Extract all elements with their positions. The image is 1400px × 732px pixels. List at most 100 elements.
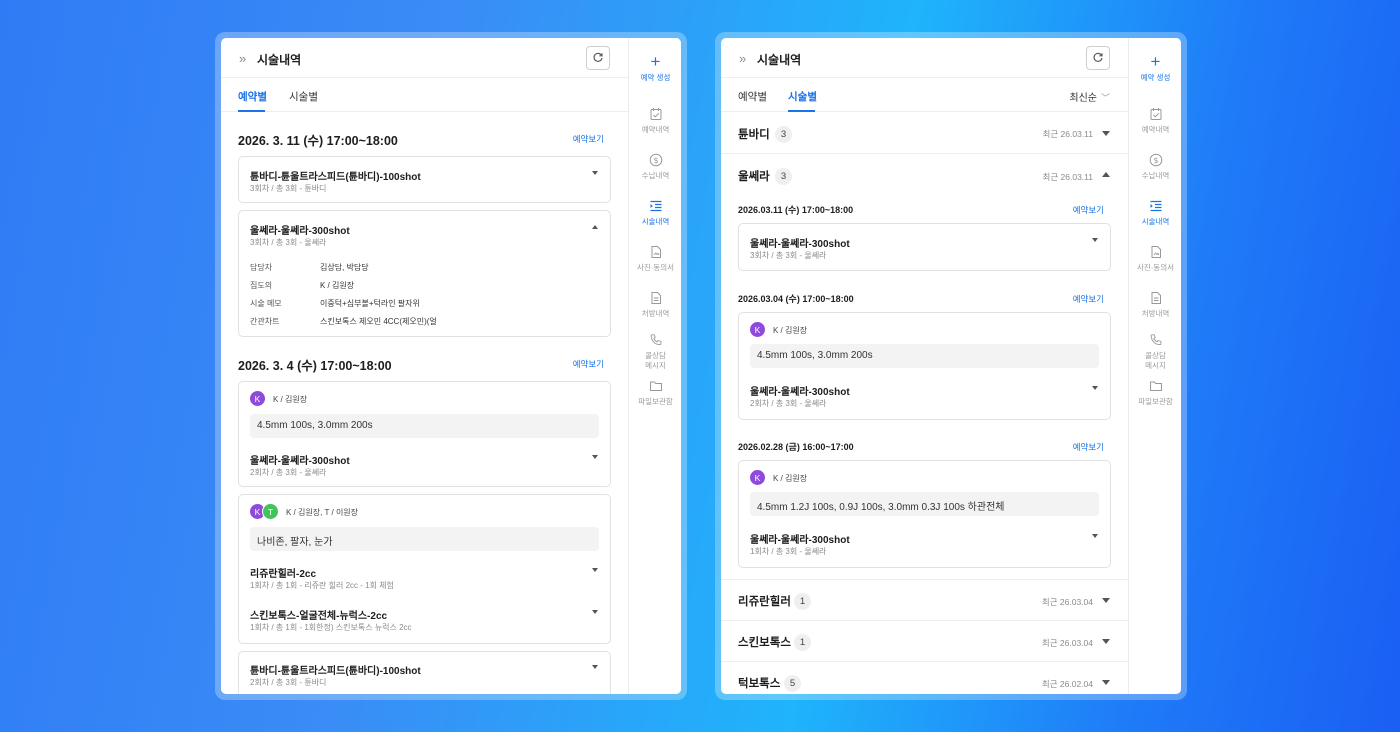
expand-chevrons-icon[interactable]: » (739, 51, 746, 66)
rail-label: 예약내역 (1141, 125, 1170, 134)
procedure-subtitle: 2회차 / 총 3회 - 울쎄라 (750, 399, 827, 408)
expand-triangle-icon[interactable] (1102, 598, 1110, 603)
session-memo: 나비존, 팔자, 눈가 (250, 527, 599, 551)
group-count-badge: 1 (794, 634, 811, 651)
refresh-button[interactable] (586, 46, 610, 70)
calendar-check-icon (650, 108, 661, 120)
rail-item-payments[interactable]: $ 수납내역 (1129, 152, 1181, 181)
group-count-badge: 3 (775, 126, 792, 143)
procedure-subtitle: 2회차 / 총 3회 - 튠바디 (250, 678, 327, 687)
rail-item-file-storage[interactable]: 파일보관함 (629, 378, 681, 407)
view-reservation-link[interactable]: 예약보기 (1073, 293, 1104, 305)
procedure-card[interactable]: 울쎄라-울쎄라-300shot 3회차 / 총 3회 - 울쎄라 (738, 223, 1111, 271)
rail-item-call-messages[interactable]: 콜상담 메시지 (629, 332, 681, 371)
rail-label: 콜상담 메시지 (1145, 351, 1166, 370)
right-panel-frame: » 시술내역 예약별 시술별 최신순 ﹀ 튠바디 3 최근 26.03.11 울… (715, 32, 1187, 700)
collapse-triangle-icon[interactable] (1102, 172, 1110, 177)
rail-item-reservations[interactable]: 예약내역 (1129, 106, 1181, 135)
expand-triangle-icon[interactable] (1102, 680, 1110, 685)
rail-item-prescriptions[interactable]: 처방내역 (629, 290, 681, 319)
procedure-subtitle: 1회차 / 총 1회 - 1회한정) 스킨보톡스 뉴럭스 2cc (250, 623, 412, 632)
avatar: K (249, 390, 266, 407)
procedure-title: 울쎄라-울쎄라-300shot (250, 456, 350, 467)
group-recent-date: 최근 26.02.04 (1041, 679, 1093, 689)
rail-item-reservations[interactable]: 예약내역 (629, 106, 681, 135)
expand-triangle-icon[interactable] (592, 610, 598, 614)
detail-value-doctor: K / 김원장 (320, 281, 355, 290)
procedure-group[interactable]: 턱보톡스 5 최근 26.02.04 (721, 662, 1128, 694)
view-reservation-link[interactable]: 예약보기 (573, 133, 604, 145)
rail-item-photos-consent[interactable]: 사진·동의서 (1129, 244, 1181, 273)
procedure-card[interactable]: 튠바디-튠울트라스피드(튠바디)-100shot 3회차 / 총 3회 - 튠바… (238, 156, 611, 203)
expand-triangle-icon[interactable] (1092, 534, 1098, 538)
tab-by-reservation[interactable]: 예약별 (238, 89, 267, 104)
expand-triangle-icon[interactable] (1092, 386, 1098, 390)
staff-label: K / 김원장 (773, 326, 808, 335)
expand-triangle-icon[interactable] (592, 455, 598, 459)
rail-item-create-reservation[interactable]: + 예약 생성 (1129, 53, 1181, 83)
tab-by-reservation[interactable]: 예약별 (738, 89, 767, 104)
reservation-date-heading: 2026. 3. 11 (수) 17:00~18:00 (238, 134, 398, 148)
right-main: » 시술내역 예약별 시술별 최신순 ﹀ 튠바디 3 최근 26.03.11 울… (721, 38, 1128, 694)
expand-triangle-icon[interactable] (592, 665, 598, 669)
expand-triangle-icon[interactable] (1102, 639, 1110, 644)
rail-item-procedures[interactable]: 시술내역 (629, 198, 681, 227)
tab-by-procedure[interactable]: 시술별 (788, 89, 817, 104)
expand-chevrons-icon[interactable]: » (239, 51, 246, 66)
rail-item-create-reservation[interactable]: + 예약 생성 (629, 53, 681, 83)
procedure-card-expanded[interactable]: 울쎄라-울쎄라-300shot 3회차 / 총 3회 - 울쎄라 담당자 김상담… (238, 210, 611, 337)
sort-select[interactable]: 최신순 ﹀ (1069, 89, 1110, 104)
procedure-group-expanded: 울쎄라 3 최근 26.03.11 2026.03.11 (수) 17:00~1… (721, 154, 1128, 580)
procedure-subtitle: 3회차 / 총 3회 - 울쎄라 (250, 238, 327, 247)
rail-label: 수납내역 (1141, 171, 1170, 180)
detail-label-staff: 담당자 (250, 263, 273, 272)
refresh-icon (1093, 52, 1103, 62)
group-name: 턱보톡스 (738, 678, 781, 690)
group-name: 스킨보톡스 (738, 637, 791, 649)
view-reservation-link[interactable]: 예약보기 (1073, 441, 1104, 453)
procedure-title: 울쎄라-울쎄라-300shot (250, 226, 350, 237)
expand-triangle-icon[interactable] (1102, 131, 1110, 136)
rail-label: 시술내역 (1141, 217, 1170, 226)
rail-item-call-messages[interactable]: 콜상담 메시지 (1129, 332, 1181, 371)
procedure-group[interactable]: 리쥬란힐러 1 최근 26.03.04 (721, 580, 1128, 621)
rail-item-payments[interactable]: $ 수납내역 (629, 152, 681, 181)
procedure-group[interactable]: 튠바디 3 최근 26.03.11 (721, 113, 1128, 154)
expand-triangle-icon[interactable] (1092, 238, 1098, 242)
session-date: 2026.03.04 (수) 17:00~18:00 (738, 294, 854, 304)
refresh-button[interactable] (1086, 46, 1110, 70)
view-reservation-link[interactable]: 예약보기 (1073, 204, 1104, 216)
collapse-triangle-icon[interactable] (592, 225, 598, 229)
group-count-badge: 1 (794, 593, 811, 610)
expand-triangle-icon[interactable] (592, 171, 598, 175)
expand-triangle-icon[interactable] (592, 568, 598, 572)
view-reservation-link[interactable]: 예약보기 (573, 358, 604, 370)
left-panel-frame: » 시술내역 예약별 시술별 2026. 3. 11 (수) 17:00~18:… (215, 32, 687, 700)
procedure-title: 튠바디-튠울트라스피드(튠바디)-100shot (250, 172, 421, 183)
panel-title: 시술내역 (757, 53, 802, 67)
sort-value: 최신순 (1069, 93, 1097, 104)
group-name[interactable]: 울쎄라 (738, 168, 770, 184)
session-card: K K / 김원장 4.5mm 1.2J 100s, 0.9J 100s, 3.… (738, 460, 1111, 568)
session-memo: 4.5mm 1.2J 100s, 0.9J 100s, 3.0mm 0.3J 1… (750, 492, 1099, 516)
detail-label-doctor: 집도의 (250, 281, 273, 290)
folder-icon (649, 381, 662, 391)
avatar: T (262, 503, 279, 520)
session-memo: 4.5mm 100s, 3.0mm 200s (750, 344, 1099, 368)
procedure-group[interactable]: 스킨보톡스 1 최근 26.03.04 (721, 621, 1128, 662)
rail-item-prescriptions[interactable]: 처방내역 (1129, 290, 1181, 319)
session-card: K T K / 김원장, T / 이원장 나비존, 팔자, 눈가 리쥬란힐러-2… (238, 494, 611, 644)
procedure-card[interactable]: 튠바디-튠울트라스피드(튠바디)-100shot 2회차 / 총 3회 - 튠바… (238, 651, 611, 694)
detail-value-chart: 스킨보톡스 제오민 4CC(제오민)(얼 (320, 317, 437, 326)
rail-item-procedures[interactable]: 시술내역 (1129, 198, 1181, 227)
group-recent-date: 최근 26.03.11 (1042, 172, 1093, 182)
tab-by-procedure[interactable]: 시술별 (289, 89, 318, 104)
phone-icon (650, 334, 661, 346)
procedure-title: 튠바디-튠울트라스피드(튠바디)-100shot (250, 666, 421, 677)
rail-item-file-storage[interactable]: 파일보관함 (1129, 378, 1181, 407)
procedure-title: 울쎄라-울쎄라-300shot (750, 535, 850, 546)
session-date: 2026.02.28 (금) 16:00~17:00 (738, 442, 854, 452)
tab-bar: 예약별 시술별 최신순 ﹀ (721, 78, 1128, 112)
rail-item-photos-consent[interactable]: 사진·동의서 (629, 244, 681, 273)
tab-bar: 예약별 시술별 (221, 78, 628, 112)
